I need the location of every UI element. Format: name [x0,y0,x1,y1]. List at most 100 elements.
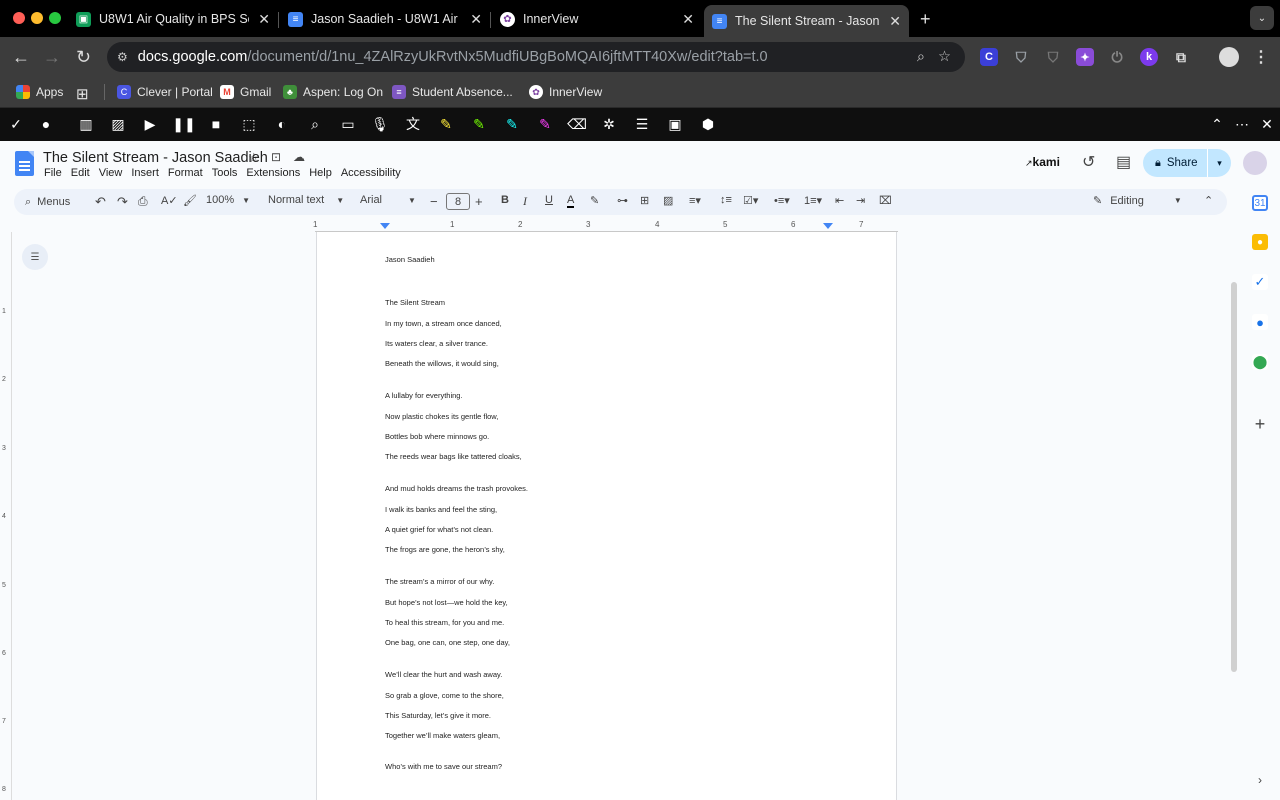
horizontal-ruler[interactable] [315,222,898,232]
document-line[interactable]: A quiet grief for what’s not clean. [385,525,493,534]
menu-insert[interactable]: Insert [131,167,159,179]
menu-file[interactable]: File [44,167,62,179]
paint-format-icon[interactable]: 🖌︎ [183,194,197,207]
font-size-input[interactable]: 8 [446,193,470,210]
highlighter-green-icon[interactable]: ✎ [469,114,489,134]
magnify-icon[interactable]: ⌕ [305,114,325,134]
share-dropdown-icon[interactable]: ▾ [1207,149,1231,177]
numbered-list-icon[interactable]: 1≡▾ [804,194,822,207]
play-icon[interactable]: ▶ [140,114,160,134]
document-line[interactable]: I walk its banks and feel the sting, [385,505,497,514]
pause-icon[interactable]: ❚❚ [172,114,195,134]
insert-image-icon[interactable]: ▨ [663,194,673,207]
browser-tab[interactable]: ▣ U8W1 Air Quality in BPS Scho ✕ [68,5,278,33]
expand-panel-icon[interactable]: › [1252,772,1268,788]
tab-search-button[interactable]: ⌄ [1250,6,1274,30]
document-outline-button[interactable]: ☰ [22,244,48,270]
comments-icon[interactable]: ▤ [1116,152,1131,172]
bookmark-gmail[interactable]: M Gmail [220,85,271,99]
increase-font-size-icon[interactable]: + [475,194,483,209]
zoom-select[interactable]: 100% ▼ [206,194,250,206]
settings-icon[interactable]: ✲ [599,114,619,134]
tab-groups-icon[interactable]: ⊞ [76,85,89,103]
kami-check-icon[interactable]: ✓ [6,114,26,134]
zoom-icon[interactable]: ⌕ [917,49,925,65]
close-window-button[interactable] [13,12,25,24]
avatar[interactable] [1243,151,1267,175]
bookmark-innerview[interactable]: ✿ InnerView [529,85,602,99]
increase-indent-icon[interactable]: ⇥ [856,194,865,207]
editing-mode-select[interactable]: ✎ Editing ▼ [1093,194,1182,208]
document-line[interactable]: Now plastic chokes its gentle flow, [385,412,498,421]
document-line[interactable]: Its waters clear, a silver trance. [385,339,488,348]
clever-extension-icon[interactable]: C [980,48,998,66]
document-line[interactable]: The Silent Stream [385,298,445,307]
document-line[interactable]: So grab a glove, come to the shore, [385,691,504,700]
document-line[interactable]: And mud holds dreams the trash provokes. [385,484,528,493]
screen-icon[interactable]: ▭ [338,114,358,134]
version-history-icon[interactable]: ↺ [1082,152,1095,172]
package-icon[interactable]: ⬢ [698,114,718,134]
shield-extension-icon[interactable]: ⛉ [1012,48,1030,66]
document-line[interactable]: The reeds wear bags like tattered cloaks… [385,452,522,461]
document-line[interactable]: Jason Saadieh [385,255,435,264]
style-select[interactable]: Normal text ▼ [268,194,344,206]
document-line[interactable]: The stream’s a mirror of our why. [385,577,494,586]
extensions-puzzle-icon[interactable]: ⧉ [1172,48,1190,66]
document-line[interactable]: Beneath the willows, it would sing, [385,359,499,368]
maps-icon[interactable]: ⬤ [1252,354,1268,370]
list-icon[interactable]: ☰ [632,114,652,134]
document-line[interactable]: But hope’s not lost—we hold the key, [385,598,508,607]
close-tab-icon[interactable]: ✕ [258,11,270,28]
back-arrow-icon[interactable]: ← [12,47,30,67]
spellcheck-icon[interactable]: A✓ [161,194,178,207]
share-button[interactable]: 🔒︎ Share ▾ [1143,149,1231,177]
document-line[interactable]: In my town, a stream once danced, [385,319,502,328]
stop-icon[interactable]: ■ [206,114,226,134]
print-icon[interactable]: ⎙ [138,194,148,209]
link-icon[interactable]: ⊶ [617,194,628,207]
document-line[interactable]: We’ll clear the hurt and wash away. [385,670,502,679]
menu-edit[interactable]: Edit [71,167,90,179]
bookmark-student-absence[interactable]: ≡ Student Absence... [392,85,513,99]
listen-icon[interactable]: ◐ [272,114,292,134]
menu-help[interactable]: Help [309,167,332,179]
checklist-icon[interactable]: ☑▾ [743,194,758,207]
bookmark-apps[interactable]: Apps [16,85,63,99]
tasks-icon[interactable]: ✓ [1252,274,1268,290]
reload-icon[interactable]: ↻ [76,47,91,67]
browser-tab[interactable]: ✿ InnerView ✕ [492,5,702,33]
kami-book-icon[interactable]: ▥ [76,114,96,134]
forward-arrow-icon[interactable]: → [43,47,61,67]
move-folder-icon[interactable]: ⊡ [271,150,281,164]
menu-format[interactable]: Format [168,167,203,179]
bookmark-clever[interactable]: C Clever | Portal [117,85,213,99]
kami-hint-icon[interactable]: ● [36,114,56,134]
clear-formatting-icon[interactable]: ⌧ [879,194,892,207]
minimize-window-button[interactable] [31,12,43,24]
scrollbar[interactable] [1231,282,1237,672]
redo-icon[interactable]: ↷ [117,194,128,210]
eraser-icon[interactable]: ⌫ [567,114,587,134]
text-color-icon[interactable]: A [567,194,575,208]
align-icon[interactable]: ≡▾ [689,194,701,207]
bold-icon[interactable]: B [501,194,509,206]
export-icon[interactable]: ▣ [665,114,685,134]
italic-icon[interactable]: I [523,194,527,209]
collapse-icon[interactable]: ⌃ [1207,114,1227,134]
bookmark-star-icon[interactable]: ☆ [938,49,951,65]
contacts-icon[interactable]: ● [1252,314,1268,330]
hide-menus-icon[interactable]: ⌃ [1204,194,1213,207]
document-line[interactable]: One bag, one can, one step, one day, [385,638,510,647]
new-tab-button[interactable]: + [920,5,931,33]
add-addon-icon[interactable]: + [1252,414,1268,434]
browser-tab-active[interactable]: ≡ The Silent Stream - Jason Saadieh ✕ [704,5,909,37]
document-title[interactable]: The Silent Stream - Jason Saadieh [43,150,268,166]
line-spacing-icon[interactable]: ↕≡ [720,194,732,206]
more-icon[interactable]: ⋯ [1232,114,1252,134]
close-tab-icon[interactable]: ✕ [682,11,694,28]
kami-image-icon[interactable]: ▨ [108,114,128,134]
docs-logo-icon[interactable] [15,151,34,176]
address-bar[interactable]: ⚙ docs.google.com/document/d/1nu_4ZAlRzy… [107,42,965,72]
document-line[interactable]: The frogs are gone, the heron’s shy, [385,545,505,554]
